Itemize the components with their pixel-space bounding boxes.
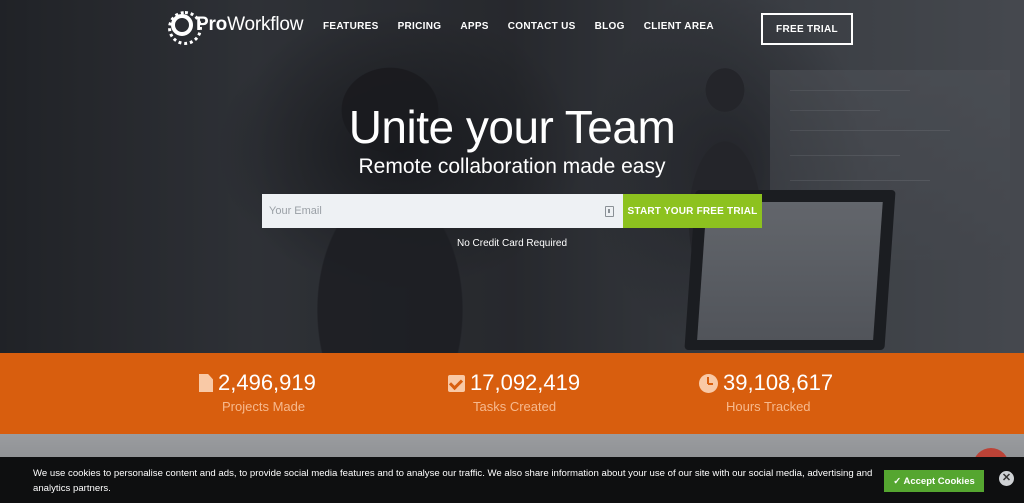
nav-link-pricing[interactable]: PRICING [398, 21, 442, 32]
nav-link-client-area[interactable]: CLIENT AREA [644, 21, 714, 32]
stats-bar: 2,496,919 Projects Made 17,092,419 Tasks… [0, 353, 1024, 434]
stat-hours: 39,108,617 Hours Tracked [699, 370, 839, 414]
nav-links: FEATURES PRICING APPS CONTACT US BLOG CL… [323, 21, 733, 32]
cookie-banner: We use cookies to personalise content an… [0, 457, 1024, 503]
accept-cookies-button[interactable]: ✓ Accept Cookies [884, 470, 984, 492]
stat-value: 2,496,919 [218, 370, 316, 395]
no-credit-card-note: No Credit Card Required [456, 238, 568, 249]
close-icon[interactable]: ✕ [999, 471, 1014, 486]
stat-value: 39,108,617 [723, 370, 834, 395]
clock-icon [699, 373, 718, 393]
nav-link-apps[interactable]: APPS [460, 21, 488, 32]
contact-card-icon [605, 206, 614, 217]
proworkflow-logo[interactable]: ProWorkflow [168, 11, 304, 45]
nav-link-blog[interactable]: BLOG [595, 21, 625, 32]
document-icon [199, 374, 213, 392]
start-free-trial-button[interactable]: START YOUR FREE TRIAL [623, 194, 762, 228]
hero-subheadline: Remote collaboration made easy [358, 155, 666, 178]
checkbox-icon [448, 374, 465, 392]
email-input[interactable]: Your Email [262, 194, 623, 228]
logo-text: ProWorkflow [196, 14, 304, 35]
stat-value: 17,092,419 [470, 370, 581, 395]
hero-headline: Unite your Team [348, 101, 676, 153]
cookie-message: We use cookies to personalise content an… [33, 468, 873, 494]
stat-projects: 2,496,919 Projects Made [199, 370, 339, 414]
free-trial-button[interactable]: FREE TRIAL [761, 13, 853, 45]
stat-label: Hours Tracked [726, 399, 811, 414]
stat-label: Projects Made [222, 399, 306, 414]
gear-logo-icon [168, 11, 202, 45]
top-nav: ProWorkflow FEATURES PRICING APPS CONTAC… [0, 0, 1024, 56]
nav-link-features[interactable]: FEATURES [323, 21, 379, 32]
nav-link-contact-us[interactable]: CONTACT US [508, 21, 576, 32]
stat-label: Tasks Created [473, 399, 557, 414]
email-placeholder: Your Email [269, 205, 322, 217]
stat-tasks: 17,092,419 Tasks Created [448, 370, 588, 414]
